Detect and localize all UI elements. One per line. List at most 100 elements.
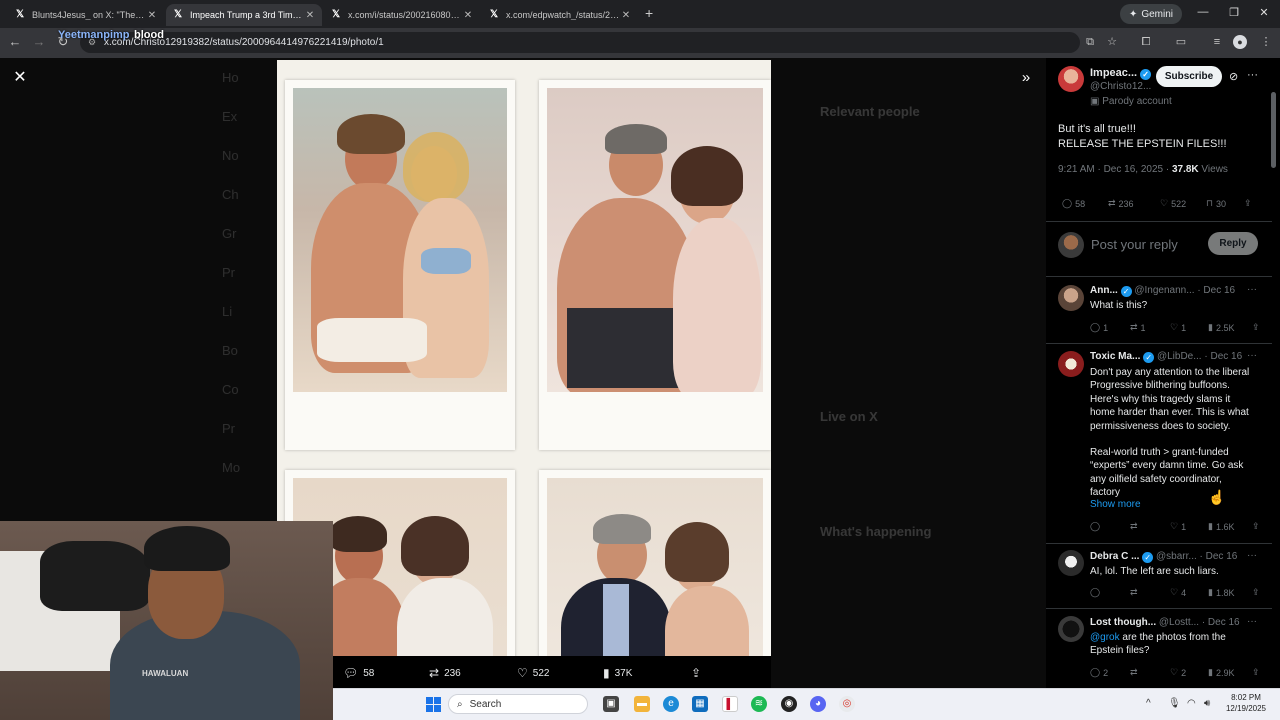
reply-author-name[interactable]: Ann... (1090, 285, 1118, 296)
browser-tab[interactable]: 𝕏 x.com/edpwatch_/status/20017 ✕ (482, 4, 638, 26)
reading-list-icon[interactable]: ≡ (1209, 34, 1225, 50)
reply-share-action[interactable]: ⇪ (1252, 667, 1260, 678)
reply-author-handle[interactable]: @Ingenann... (1134, 285, 1194, 296)
like-action[interactable]: ♡ 522 (517, 666, 549, 680)
discord-icon[interactable]: ◕ (810, 696, 826, 712)
reply-author-handle[interactable]: @LibDe... (1157, 351, 1202, 362)
close-window-icon[interactable]: ✕ (1257, 6, 1271, 20)
expand-panel-icon[interactable]: » (1016, 68, 1036, 88)
reply-date[interactable]: · Dec 16 (1202, 617, 1240, 628)
post-photo[interactable] (277, 60, 771, 660)
close-tab-icon[interactable]: ✕ (462, 10, 474, 21)
file-explorer-icon[interactable]: ▬ (634, 696, 650, 712)
reply-reply-action[interactable]: ◯ (1090, 587, 1130, 598)
post-like-action[interactable]: ♡ 522 (1160, 198, 1206, 209)
reply-more-icon[interactable]: ··· (1247, 350, 1257, 361)
author-avatar[interactable] (1058, 66, 1084, 92)
show-more-link[interactable]: Show more (1090, 499, 1141, 510)
reply-action[interactable]: 💬︎ 58 (343, 666, 374, 680)
forward-arrow-icon[interactable]: → (31, 34, 47, 50)
author-name-row[interactable]: Impeac... ✓ (1090, 67, 1152, 80)
reply-input[interactable]: Post your reply (1091, 237, 1178, 252)
reply-author-name[interactable]: Lost though... (1090, 617, 1156, 628)
reply-avatar[interactable] (1058, 351, 1084, 377)
mention-link[interactable]: @grok (1090, 632, 1120, 643)
reply-reply-action[interactable]: ◯ 2 (1090, 667, 1130, 678)
browser-tab[interactable]: 𝕏 Blunts4Jesus_ on X: "The face o ✕ (8, 4, 164, 26)
reply-date[interactable]: · Dec 16 (1197, 285, 1235, 296)
reply-like-action[interactable]: ♡ 2 (1170, 667, 1208, 678)
reply-share-action[interactable]: ⇪ (1252, 521, 1260, 532)
reply-views-action[interactable]: ▮ 2.5K (1208, 322, 1252, 333)
taskbar-search[interactable]: ⌕ Search (448, 694, 588, 714)
close-tab-icon[interactable]: ✕ (304, 10, 316, 21)
close-tab-icon[interactable]: ✕ (620, 10, 632, 21)
reply-reply-action[interactable]: ◯ (1090, 521, 1130, 532)
gemini-button[interactable]: ✦ Gemini (1120, 4, 1182, 24)
reply-repost-action[interactable]: ⇄ (1130, 587, 1170, 598)
post-share-action[interactable]: ⇪ (1244, 198, 1252, 209)
reply-more-icon[interactable]: ··· (1247, 616, 1257, 627)
reply-views-action[interactable]: ▮ 2.9K (1208, 667, 1252, 678)
close-tab-icon[interactable]: ✕ (146, 10, 158, 21)
share-action[interactable]: ⇪ (691, 666, 701, 680)
reply-repost-action[interactable]: ⇄ (1130, 521, 1170, 532)
reply-like-action[interactable]: ♡ 1 (1170, 521, 1208, 532)
reply-repost-action[interactable]: ⇄ (1130, 667, 1170, 678)
reply-author-name[interactable]: Debra C ... (1090, 551, 1139, 562)
reply-views-action[interactable]: ▮ 1.6K (1208, 521, 1252, 532)
minimize-window-icon[interactable]: — (1196, 6, 1210, 20)
obs-icon[interactable]: ◉ (781, 696, 797, 712)
reply-avatar[interactable] (1058, 550, 1084, 576)
close-media-icon[interactable]: ✕ (10, 68, 30, 88)
taskbar-clock[interactable]: 8:02 PM 12/19/2025 (1224, 692, 1268, 714)
more-options-icon[interactable]: ··· (1247, 69, 1258, 81)
post-bookmark-action[interactable]: ⊓ 30 (1206, 198, 1244, 209)
profile-avatar-icon[interactable]: ● (1233, 35, 1247, 49)
panel-scrollbar[interactable] (1271, 92, 1276, 168)
browser-menu-icon[interactable]: ⋮ (1258, 34, 1274, 50)
reply-more-icon[interactable]: ··· (1247, 550, 1257, 561)
nba-app-icon[interactable]: ▌ (722, 696, 738, 712)
split-view-icon[interactable]: ▭ (1173, 34, 1189, 50)
post-reply-action[interactable]: ◯ 58 (1062, 198, 1108, 209)
subscribe-button[interactable]: Subscribe (1156, 66, 1222, 87)
show-hidden-icons[interactable]: ^ (1146, 698, 1151, 709)
microsoft-store-icon[interactable]: ▦ (692, 696, 708, 712)
reply-repost-action[interactable]: ⇄ 1 (1130, 322, 1170, 333)
grok-icon[interactable]: ⊘ (1229, 70, 1238, 83)
reply-like-action[interactable]: ♡ 1 (1170, 322, 1208, 333)
browser-tab[interactable]: 𝕏 x.com/i/status/2002160805052 ✕ (324, 4, 480, 26)
reply-avatar[interactable] (1058, 616, 1084, 642)
reply-more-icon[interactable]: ··· (1247, 284, 1257, 295)
microphone-icon[interactable]: 🎙︎ (1168, 698, 1181, 709)
reply-share-action[interactable]: ⇪ (1252, 587, 1260, 598)
reply-like-action[interactable]: ♡ 4 (1170, 587, 1208, 598)
reply-date[interactable]: · Dec 16 (1204, 351, 1242, 362)
new-tab-button[interactable]: + (645, 5, 659, 21)
reply-reply-action[interactable]: ◯ 1 (1090, 322, 1130, 333)
browser-tab-active[interactable]: 𝕏 Impeach Trump a 3rd Time! on ✕ (166, 4, 322, 26)
windows-start-icon[interactable] (426, 697, 441, 712)
views-action[interactable]: ▮ 37K (603, 666, 632, 680)
back-arrow-icon[interactable]: ← (7, 34, 23, 50)
reply-share-action[interactable]: ⇪ (1252, 322, 1260, 333)
install-app-icon[interactable]: ⧉ (1082, 34, 1098, 50)
repost-action[interactable]: ⇄ 236 (429, 666, 461, 680)
reply-date[interactable]: · Dec 16 (1200, 551, 1238, 562)
post-timestamp[interactable]: 9:21 AM · Dec 16, 2025 · (1058, 164, 1169, 175)
reply-button[interactable]: Reply (1208, 232, 1258, 255)
reply-author-handle[interactable]: @sbarr... (1156, 551, 1197, 562)
task-view-icon[interactable]: ▣ (603, 696, 619, 712)
author-handle[interactable]: @Christo12... (1090, 81, 1151, 92)
reply-author-name[interactable]: Toxic Ma... (1090, 351, 1140, 362)
bookmark-star-icon[interactable]: ☆ (1104, 34, 1120, 50)
post-repost-action[interactable]: ⇄ 236 (1108, 198, 1160, 209)
spotify-icon[interactable]: ≋ (751, 696, 767, 712)
extensions-icon[interactable]: ⧠ (1138, 34, 1154, 50)
wifi-icon[interactable]: ◠ (1187, 698, 1196, 709)
reply-avatar[interactable] (1058, 285, 1084, 311)
edge-browser-icon[interactable]: e (663, 696, 679, 712)
volume-icon[interactable]: 🔊︎ (1204, 698, 1210, 709)
restore-window-icon[interactable]: ❐ (1227, 6, 1241, 20)
